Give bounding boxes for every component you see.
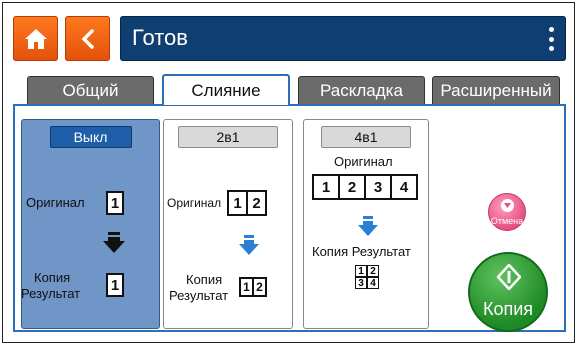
original-label: Оригинал	[26, 195, 85, 210]
option-4in1-card[interactable]: 4в1 Оригинал 1 2 3 4 Копия Результат 1 2…	[303, 119, 429, 329]
down-arrow-icon	[103, 232, 125, 253]
page-box: 1	[355, 265, 367, 277]
cancel-icon	[501, 199, 514, 212]
tab-label: Общий	[62, 80, 119, 100]
page-box: 4	[390, 174, 418, 200]
page-box: 4	[367, 277, 379, 289]
option-off-card[interactable]: Выкл Оригинал 1 Копия Результат 1	[21, 119, 160, 329]
result-pages: 1 2	[239, 277, 267, 297]
home-button[interactable]	[13, 16, 58, 61]
down-arrow-icon	[358, 216, 378, 236]
tab-label: Раскладка	[320, 80, 403, 100]
header-bar: Готов	[13, 16, 566, 61]
result-label: Копия Результат	[312, 244, 411, 259]
original-label: Оригинал	[167, 196, 222, 210]
original-pages: 1 2 3 4	[312, 174, 418, 200]
start-diamond-icon	[497, 264, 521, 290]
tab-label: Слияние	[191, 80, 261, 100]
2in1-button[interactable]: 2в1	[178, 126, 278, 148]
page-box: 1	[106, 273, 124, 297]
tab-merge[interactable]: Слияние	[162, 74, 290, 105]
back-chevron-icon	[81, 28, 94, 49]
result-label: Результат	[169, 288, 229, 303]
copy-button[interactable]: Копия	[468, 252, 548, 332]
page-box: 2	[252, 277, 267, 297]
2in1-button-label: 2в1	[216, 129, 240, 145]
title-bar: Готов	[120, 16, 566, 61]
original-label: Оригинал	[334, 154, 393, 169]
down-arrow-icon	[239, 235, 259, 255]
off-button-label: Выкл	[73, 129, 108, 145]
back-button[interactable]	[65, 16, 110, 61]
tab-label: Расширенный	[440, 80, 552, 100]
original-pages: 1 2	[227, 190, 267, 216]
4in1-button-label: 4в1	[354, 129, 378, 145]
page-box: 2	[367, 265, 379, 277]
result-label: Результат	[21, 286, 81, 301]
copy-label: Копия	[34, 270, 71, 285]
copy-label: Копия	[186, 272, 223, 287]
page-box: 2	[338, 174, 366, 200]
page-box: 3	[355, 277, 367, 289]
kebab-menu-icon[interactable]	[549, 27, 554, 51]
page-box: 1	[227, 190, 248, 216]
off-button[interactable]: Выкл	[49, 126, 132, 148]
tab-layout[interactable]: Раскладка	[298, 76, 425, 104]
page-box: 3	[364, 174, 392, 200]
cancel-label: Отмена	[490, 216, 524, 226]
option-2in1-card[interactable]: 2в1 Оригинал 1 2 Копия Результат 1 2	[163, 119, 293, 329]
home-icon	[24, 28, 47, 49]
tab-general[interactable]: Общий	[27, 76, 154, 104]
result-pages: 1 2 3 4	[355, 265, 379, 289]
4in1-button[interactable]: 4в1	[321, 126, 411, 148]
cancel-button[interactable]: Отмена	[488, 193, 526, 231]
page-box: 1	[312, 174, 340, 200]
status-title: Готов	[132, 25, 188, 50]
copy-label: Копия	[482, 299, 534, 319]
page-box: 1	[106, 191, 124, 215]
page-box: 2	[246, 190, 267, 216]
tab-advanced[interactable]: Расширенный	[432, 76, 560, 104]
